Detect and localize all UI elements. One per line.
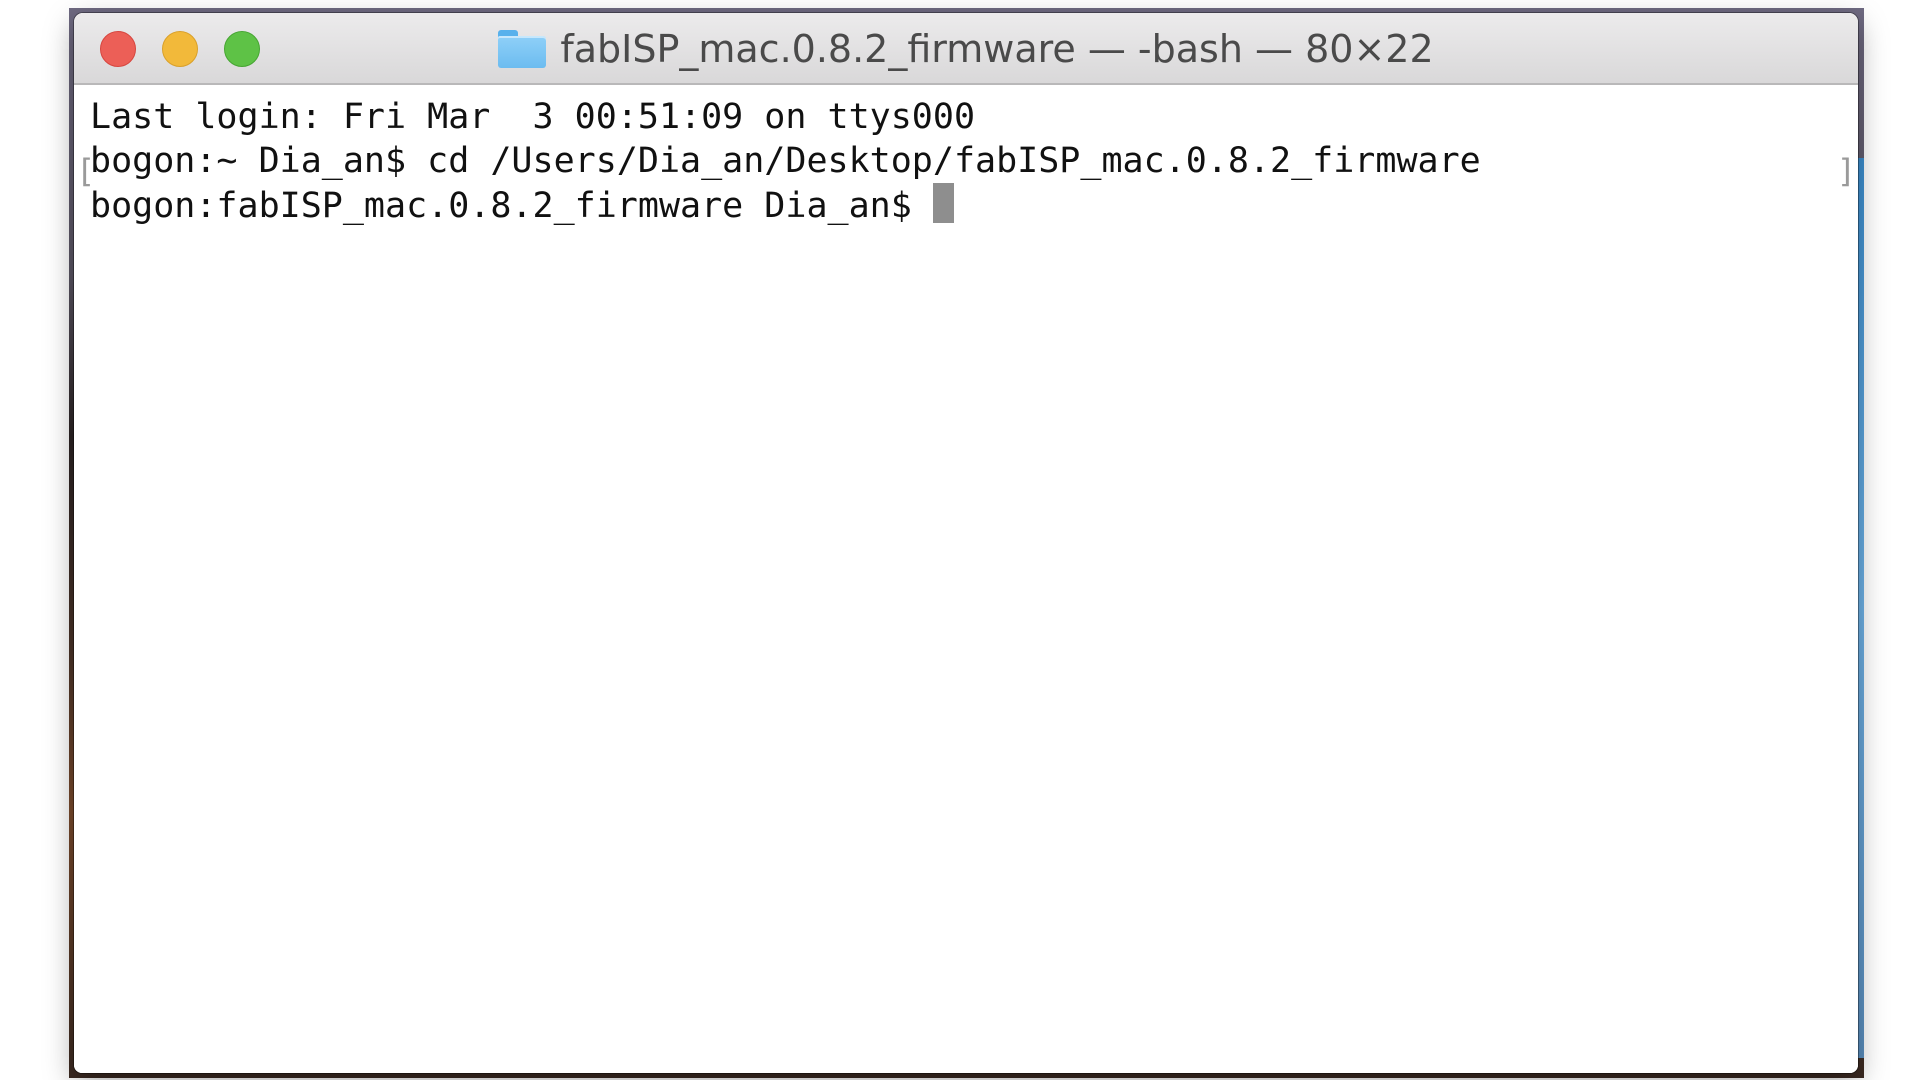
title-bar[interactable]: fabISP_mac.0.8.2_firmware — -bash — 80×2… bbox=[74, 13, 1858, 85]
mark-right: ] bbox=[1836, 152, 1856, 190]
text-cursor bbox=[932, 183, 954, 223]
prompt-line[interactable]: bogon:fabISP_mac.0.8.2_firmware Dia_an$ bbox=[90, 183, 1842, 227]
terminal-content[interactable]: [ ] Last login: Fri Mar 3 00:51:09 on tt… bbox=[74, 85, 1858, 1073]
terminal-line: Last login: Fri Mar 3 00:51:09 on ttys00… bbox=[90, 97, 976, 137]
terminal-window: fabISP_mac.0.8.2_firmware — -bash — 80×2… bbox=[74, 13, 1858, 1073]
window-title: fabISP_mac.0.8.2_firmware — -bash — 80×2… bbox=[74, 13, 1858, 85]
mark-left: [ bbox=[76, 152, 96, 190]
folder-icon bbox=[498, 30, 547, 68]
prompt-text: bogon:fabISP_mac.0.8.2_firmware Dia_an$ bbox=[90, 186, 933, 226]
terminal-line: bogon:~ Dia_an$ cd /Users/Dia_an/Desktop… bbox=[90, 141, 1481, 181]
window-title-text: fabISP_mac.0.8.2_firmware — -bash — 80×2… bbox=[560, 27, 1434, 71]
